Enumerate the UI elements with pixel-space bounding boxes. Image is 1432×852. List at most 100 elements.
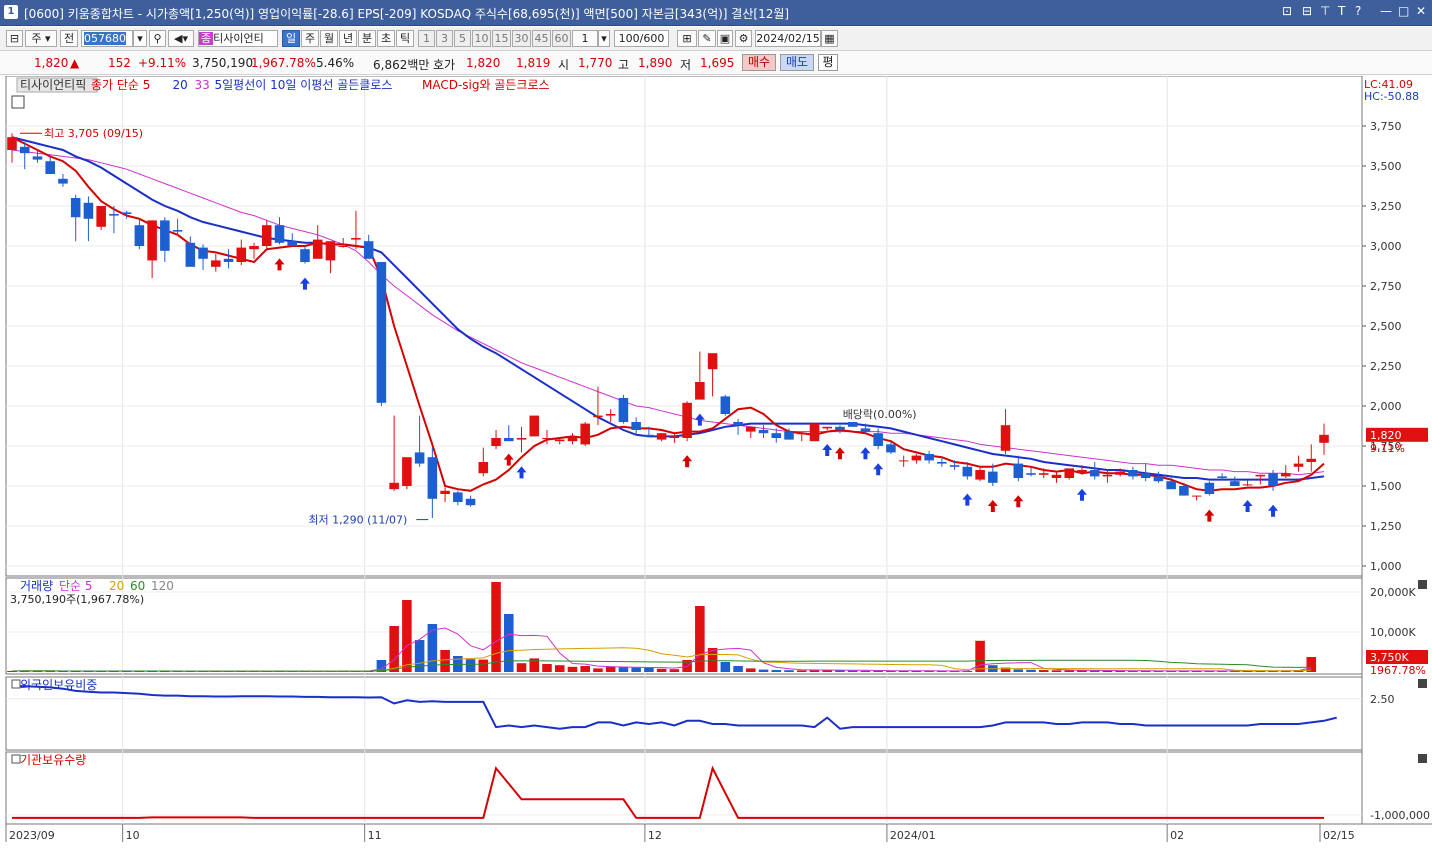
candle-body bbox=[975, 470, 985, 480]
candle-body bbox=[70, 198, 81, 218]
candle-body bbox=[542, 438, 552, 439]
inst-panel-label: 기관보유수량 bbox=[20, 753, 86, 767]
candle-body bbox=[1089, 470, 1100, 477]
search-icon[interactable]: ⚲ bbox=[149, 30, 166, 47]
candle-body bbox=[109, 214, 119, 216]
candle-body bbox=[949, 465, 960, 467]
open-price: 1,770 bbox=[578, 56, 613, 70]
tick-dropdown-icon[interactable]: ▾ bbox=[598, 30, 610, 47]
date-input[interactable]: 2024/02/15 bbox=[755, 30, 821, 47]
indicator-icon[interactable]: ⊞ bbox=[677, 30, 697, 47]
price-tick-label: 3,750 bbox=[1370, 120, 1402, 133]
stock-name-field[interactable]: 종 티사이언티 bbox=[198, 30, 278, 47]
candle-body bbox=[287, 241, 298, 246]
minute-button-30[interactable]: 30 bbox=[512, 30, 531, 47]
text-icon[interactable]: T bbox=[1338, 4, 1345, 18]
price-tick-label: 2,000 bbox=[1370, 400, 1402, 413]
candle-body bbox=[796, 433, 807, 435]
layout-icon[interactable]: ⊡ bbox=[1282, 4, 1292, 18]
buy-button[interactable]: 매수 bbox=[742, 54, 776, 71]
volume-bar bbox=[402, 600, 412, 672]
candle-body bbox=[580, 423, 590, 445]
price-legend-item: MACD-sig와 골든크로스 bbox=[422, 78, 550, 92]
sound-icon[interactable]: ◀▾ bbox=[168, 30, 194, 47]
interval-button-0[interactable]: 일 bbox=[282, 30, 300, 47]
tools-icon[interactable]: ✎ bbox=[698, 30, 716, 47]
volume-legend-item: 120 bbox=[151, 579, 174, 593]
stock-code-input[interactable]: 057680 bbox=[81, 30, 133, 47]
tick-value-select[interactable]: 1 bbox=[572, 30, 598, 47]
volume-bar bbox=[1064, 670, 1075, 672]
help-icon[interactable]: ? bbox=[1355, 4, 1361, 18]
period-mode-select[interactable]: 주 ▾ bbox=[25, 30, 57, 47]
candle-body bbox=[134, 225, 145, 246]
close-icon[interactable]: ✕ bbox=[1416, 4, 1426, 18]
current-price-tag-text: 1,820 bbox=[1370, 429, 1402, 442]
maximize-icon[interactable]: □ bbox=[1398, 4, 1409, 18]
minute-button-10[interactable]: 10 bbox=[472, 30, 491, 47]
candle-body bbox=[211, 260, 221, 267]
minute-button-1[interactable]: 1 bbox=[418, 30, 435, 47]
interval-button-5[interactable]: 초 bbox=[377, 30, 395, 47]
candle-body bbox=[414, 452, 425, 464]
chart-area[interactable]: 2023/09 10 11 12 2024/01 02 02/15 3,750 3,500 3,2… bbox=[0, 75, 1432, 849]
open-label: 시 bbox=[558, 58, 570, 72]
minute-button-15[interactable]: 15 bbox=[492, 30, 511, 47]
candle-body bbox=[147, 220, 157, 261]
minute-button-3[interactable]: 3 bbox=[436, 30, 453, 47]
minute-button-45[interactable]: 45 bbox=[532, 30, 551, 47]
candle-body bbox=[1013, 463, 1024, 478]
all-button[interactable]: 전 bbox=[60, 30, 78, 47]
price-tick-label: 2,250 bbox=[1370, 360, 1402, 373]
candle-body bbox=[1230, 481, 1240, 486]
stock-code-value: 057680 bbox=[84, 32, 126, 45]
candle-body bbox=[988, 471, 998, 483]
volume-bar bbox=[414, 640, 425, 672]
interval-button-6[interactable]: 틱 bbox=[396, 30, 414, 47]
count-input[interactable]: 100/600 bbox=[614, 30, 669, 47]
calendar-icon[interactable]: ▦ bbox=[821, 30, 838, 47]
candle-body bbox=[809, 423, 820, 442]
candle-body bbox=[45, 161, 55, 174]
candle-body bbox=[19, 146, 30, 154]
price-legend-item: 종가 단순 5 bbox=[91, 78, 150, 92]
foreign-panel-frame bbox=[5, 676, 1363, 751]
chart-type-icon[interactable]: ⊟ bbox=[6, 30, 23, 47]
pin-icon[interactable]: ⊤ bbox=[1320, 4, 1330, 18]
interval-button-1[interactable]: 주 bbox=[301, 30, 319, 47]
volume-bar bbox=[389, 626, 399, 672]
gear-icon[interactable]: ⚙ bbox=[735, 30, 752, 47]
high-label: 고 bbox=[618, 58, 630, 72]
candle-body bbox=[83, 202, 94, 219]
code-dropdown-icon[interactable]: ▾ bbox=[133, 30, 147, 47]
price-tick-label: 3,000 bbox=[1370, 240, 1402, 253]
volume-bar bbox=[695, 606, 705, 672]
volume-bar bbox=[605, 666, 616, 672]
interval-button-4[interactable]: 분 bbox=[358, 30, 376, 47]
candle-body bbox=[223, 258, 234, 262]
candle-body bbox=[1102, 474, 1113, 477]
volume-ratio: 1,967.78% bbox=[251, 56, 316, 70]
stock-chart-svg[interactable]: 2023/09 10 11 12 2024/01 02 02/15 3,750 3,500 3,2… bbox=[0, 75, 1432, 849]
volume-bar bbox=[644, 667, 654, 672]
sell-button[interactable]: 매도 bbox=[780, 54, 814, 71]
save-icon[interactable]: ▣ bbox=[717, 30, 733, 47]
candle-body bbox=[886, 444, 896, 453]
candle-body bbox=[1204, 482, 1215, 494]
minute-button-60[interactable]: 60 bbox=[552, 30, 571, 47]
minute-button-5[interactable]: 5 bbox=[454, 30, 471, 47]
window-number-badge[interactable]: 1 bbox=[4, 5, 18, 19]
candle-body bbox=[1140, 473, 1151, 478]
evaluation-button[interactable]: 평 bbox=[818, 54, 838, 71]
volume-bar bbox=[504, 614, 514, 672]
candle-body bbox=[96, 206, 106, 227]
panel-close-icon bbox=[1418, 754, 1427, 763]
candle-body bbox=[478, 462, 489, 474]
minimize-icon[interactable]: — bbox=[1380, 4, 1392, 18]
interval-button-2[interactable]: 월 bbox=[320, 30, 338, 47]
volume-bar bbox=[440, 650, 450, 672]
bid-price-2: 1,819 bbox=[516, 56, 551, 70]
interval-button-3[interactable]: 년 bbox=[339, 30, 357, 47]
volume-bar bbox=[1026, 669, 1036, 672]
tile-icon[interactable]: ⊟ bbox=[1302, 4, 1312, 18]
